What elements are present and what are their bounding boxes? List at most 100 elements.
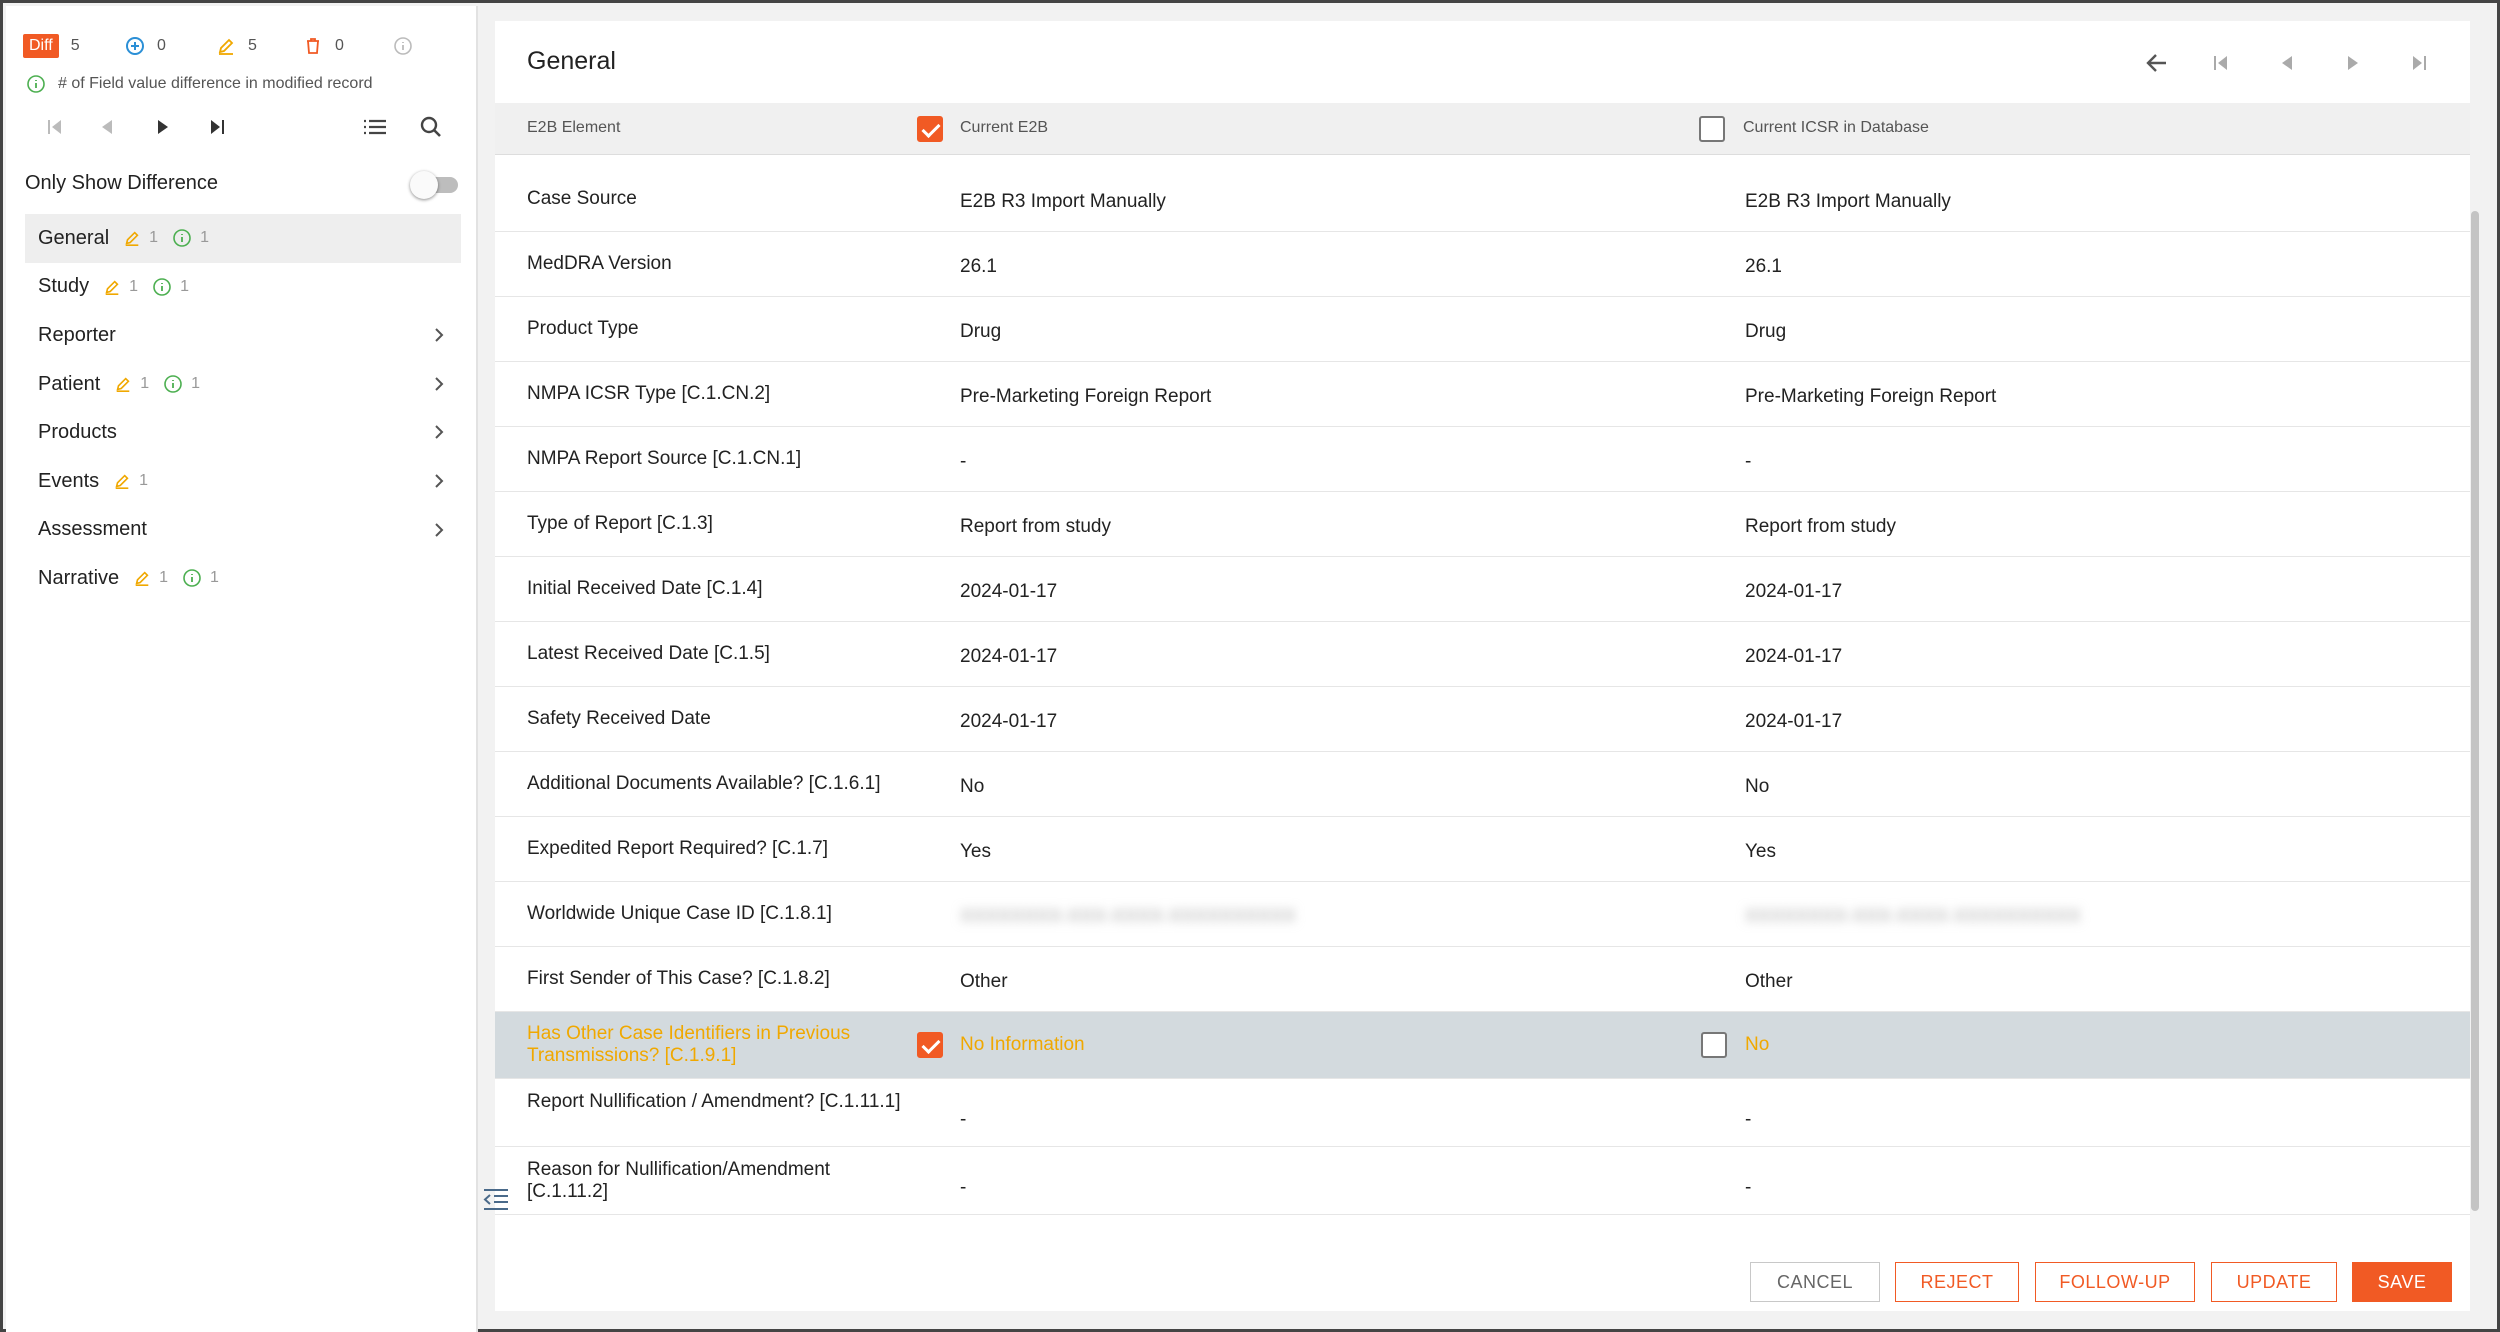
follow-up-button[interactable]: FOLLOW-UP <box>2035 1262 2195 1302</box>
current-e2b-value: Drug <box>960 321 1002 342</box>
current-icsr-value: - <box>1745 451 1752 472</box>
current-e2b-value: - <box>960 1177 967 1198</box>
chevron-right-icon <box>435 425 444 440</box>
column-header-current-icsr: Current ICSR in Database <box>1743 119 1929 136</box>
search-button[interactable] <box>416 112 446 142</box>
sidebar-item-label: Reporter <box>38 323 116 346</box>
collapse-sidebar-button[interactable] <box>482 1187 510 1218</box>
pencil-icon <box>115 474 129 490</box>
current-icsr-value: E2B R3 Import Manually <box>1745 191 1951 212</box>
info-badge-count: 1 <box>191 375 201 393</box>
chevron-right-icon <box>435 522 444 537</box>
sidebar-item-study[interactable]: Study 1 1 <box>25 263 461 312</box>
counts-info-button[interactable] <box>393 32 425 60</box>
info-icon <box>27 75 45 93</box>
back-button[interactable] <box>2139 45 2175 81</box>
expand-chevron[interactable] <box>429 422 449 448</box>
e2b-element-label: NMPA Report Source [C.1.CN.1] <box>527 448 802 469</box>
previous-icon <box>102 120 112 134</box>
modified-badge: 1 <box>103 278 138 296</box>
previous-record-button[interactable] <box>2269 45 2305 81</box>
previous-diff-button[interactable] <box>92 112 122 142</box>
first-diff-button[interactable] <box>40 112 70 142</box>
expand-chevron[interactable] <box>429 325 449 351</box>
info-badge-count: 1 <box>180 277 189 295</box>
arrow-left-icon <box>2146 54 2166 72</box>
e2b-element-label: Report Nullification / Amendment? [C.1.1… <box>527 1091 901 1112</box>
deleted-count: 0 <box>303 32 344 60</box>
trash-icon <box>307 38 319 54</box>
current-e2b-value: 2024-01-17 <box>960 711 1058 732</box>
action-bar: CANCEL REJECT FOLLOW-UP UPDATE SAVE <box>495 1262 2470 1302</box>
first-page-icon <box>2214 56 2227 70</box>
info-badge: 1 <box>163 374 200 394</box>
modified-badge-count: 1 <box>159 569 169 587</box>
added-count-value: 0 <box>157 37 166 54</box>
only-show-difference-toggle[interactable] <box>410 171 460 199</box>
added-count: 0 <box>125 32 166 60</box>
select-current-e2b-checkbox[interactable] <box>917 116 943 142</box>
table-row: Worldwide Unique Case ID [C.1.8.1] XXXXXX… <box>495 882 2470 947</box>
first-record-button[interactable] <box>2203 45 2239 81</box>
table-row: Type of Report [C.1.3] Report from study R… <box>495 492 2470 557</box>
only-show-difference-label: Only Show Difference <box>25 172 219 194</box>
expand-chevron[interactable] <box>429 374 449 400</box>
expand-chevron[interactable] <box>429 471 449 497</box>
update-button[interactable]: UPDATE <box>2211 1262 2337 1302</box>
modified-badge: 1 <box>113 472 148 490</box>
plus-circle-icon <box>126 37 144 55</box>
first-page-icon <box>48 120 61 134</box>
table-row: Has Other Case Identifiers in Previous T… <box>495 1012 2470 1079</box>
last-diff-button[interactable] <box>202 112 232 142</box>
sidebar-item-assessment[interactable]: Assessment <box>25 506 461 555</box>
current-icsr-value: No <box>1745 776 1770 797</box>
table-row: Report Nullification / Amendment? [C.1.1… <box>495 1079 2470 1147</box>
sidebar-item-label: Patient <box>38 372 101 395</box>
sidebar-item-products[interactable]: Products <box>25 408 461 457</box>
sidebar-item-patient[interactable]: Patient 1 1 <box>25 360 461 409</box>
info-icon <box>394 37 412 55</box>
expand-chevron[interactable] <box>429 520 449 546</box>
current-e2b-value: No Information <box>960 1034 1085 1055</box>
table-row: Expedited Report Required? [C.1.7] Yes Yes <box>495 817 2470 882</box>
current-icsr-value: - <box>1745 1109 1752 1130</box>
save-button[interactable]: SAVE <box>2352 1262 2452 1302</box>
sidebar-item-general[interactable]: General 1 1 <box>25 214 461 263</box>
current-icsr-value: Yes <box>1745 841 1776 862</box>
table-row: NMPA Report Source [C.1.CN.1] - - <box>495 427 2470 492</box>
last-page-icon <box>2413 56 2426 70</box>
column-header-e2b-element: E2B Element <box>527 119 621 136</box>
sidebar-item-narrative[interactable]: Narrative 1 1 <box>25 554 461 603</box>
info-badge-count: 1 <box>200 229 209 247</box>
current-e2b-value: Pre-Marketing Foreign Report <box>960 386 1212 407</box>
e2b-element-label: Type of Report [C.1.3] <box>527 513 713 534</box>
pencil-icon <box>105 280 119 295</box>
page-title: General <box>527 47 616 75</box>
next-diff-button[interactable] <box>148 112 178 142</box>
current-e2b-value: 26.1 <box>960 256 997 277</box>
sidebar-item-reporter[interactable]: Reporter <box>25 311 461 360</box>
e2b-element-label: Worldwide Unique Case ID [C.1.8.1] <box>527 903 832 924</box>
next-record-button[interactable] <box>2335 45 2371 81</box>
comparison-table-body: Case Source E2B R3 Import Manually E2B R3 … <box>495 167 2470 1215</box>
last-record-button[interactable] <box>2401 45 2437 81</box>
select-current-icsr-checkbox[interactable] <box>1699 116 1725 142</box>
current-icsr-value: Report from study <box>1745 516 1896 537</box>
select-icsr-value-checkbox[interactable] <box>1701 1032 1727 1058</box>
cancel-button[interactable]: CANCEL <box>1750 1262 1880 1302</box>
e2b-element-label: Latest Received Date [C.1.5] <box>527 643 770 664</box>
section-list: General 1 1 Study 1 1 Reporter Patient 1 1 Product… <box>25 214 461 603</box>
current-e2b-value: XXXXXXXX-XXX-XXXX-XXXXXXXXXX <box>960 906 1296 927</box>
current-icsr-value: XXXXXXXX-XXX-XXXX-XXXXXXXXXX <box>1745 906 2081 927</box>
last-page-icon <box>211 120 224 134</box>
list-view-button[interactable] <box>360 112 390 142</box>
current-e2b-value: E2B R3 Import Manually <box>960 191 1166 212</box>
sidebar-item-events[interactable]: Events 1 <box>25 457 461 506</box>
select-e2b-value-checkbox[interactable] <box>917 1032 943 1058</box>
comparison-panel: General E2B Element Current E2B Current … <box>495 21 2479 1311</box>
table-scrollbar[interactable] <box>2471 211 2479 1211</box>
reject-button[interactable]: REJECT <box>1895 1262 2019 1302</box>
info-icon <box>153 278 171 296</box>
e2b-element-label: Expedited Report Required? [C.1.7] <box>527 838 829 859</box>
previous-icon <box>2282 56 2292 70</box>
